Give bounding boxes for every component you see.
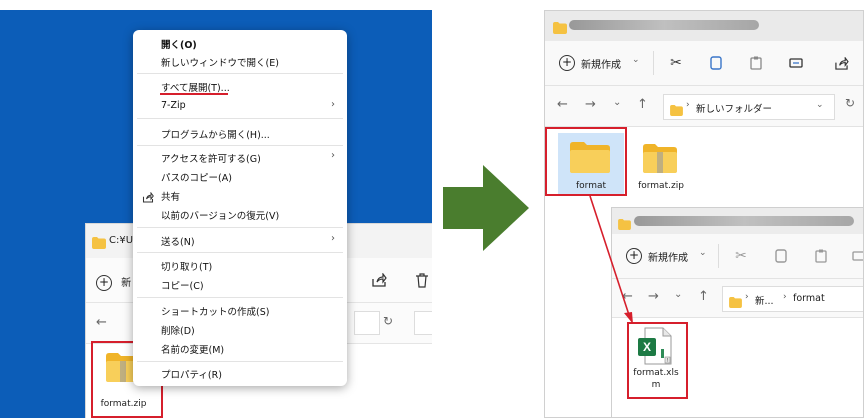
red-connector-arrow-icon (589, 195, 633, 324)
